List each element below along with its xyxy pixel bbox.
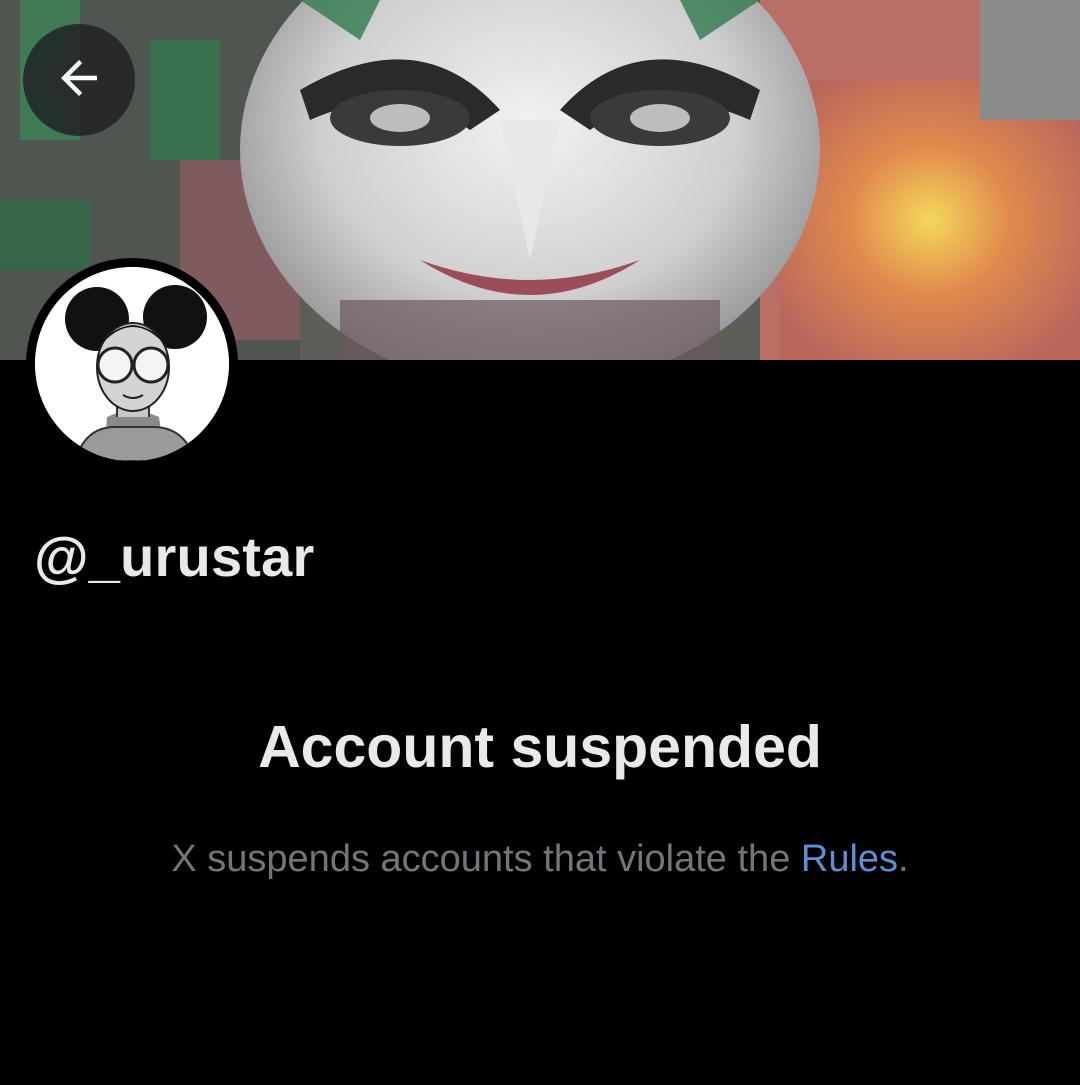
avatar-image: [35, 267, 229, 461]
profile-handle: @_urustar: [34, 525, 315, 588]
suspension-message-suffix: .: [898, 838, 909, 880]
arrow-left-icon: [52, 51, 106, 110]
rules-link[interactable]: Rules: [801, 838, 898, 880]
suspension-title: Account suspended: [258, 714, 822, 780]
back-button[interactable]: [23, 24, 135, 136]
suspension-message: X suspends accounts that violate the Rul…: [0, 836, 1080, 882]
suspension-message-text: X suspends accounts that violate the: [171, 838, 801, 880]
avatar[interactable]: [26, 258, 238, 470]
